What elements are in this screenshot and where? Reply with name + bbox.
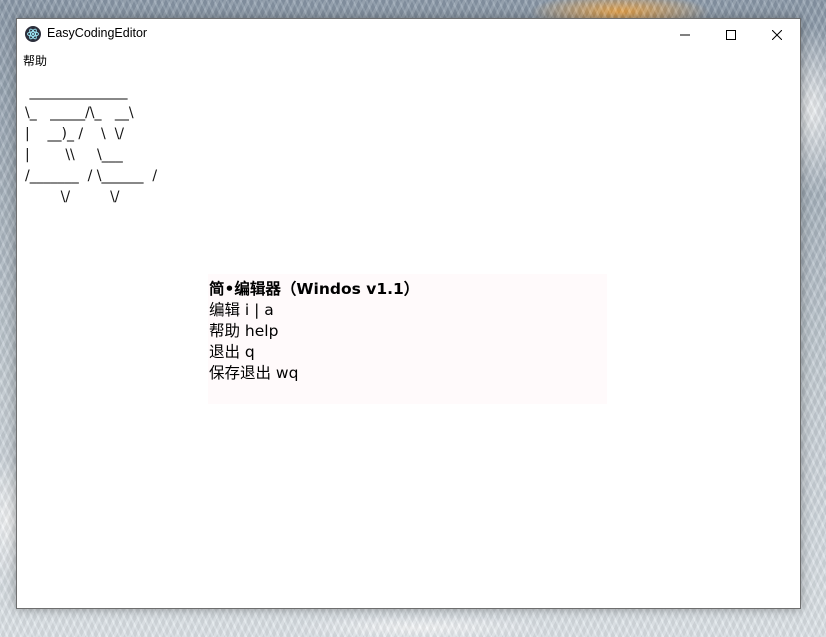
help-panel: 简•编辑器（Windos v1.1） 编辑 i | a 帮助 help 退出 q… — [208, 274, 607, 404]
menu-bar: 帮助 — [17, 49, 800, 71]
title-bar[interactable]: EasyCodingEditor — [17, 19, 800, 49]
help-line-save-quit: 保存退出 wq — [209, 364, 299, 382]
maximize-button[interactable] — [708, 19, 754, 49]
app-window: EasyCodingEditor 帮助 ______________ \_ __… — [16, 18, 801, 609]
electron-atom-icon — [25, 26, 41, 42]
help-line-quit: 退出 q — [209, 343, 255, 361]
minimize-button[interactable] — [662, 19, 708, 49]
help-panel-title: 简•编辑器（Windos v1.1） — [209, 280, 420, 298]
window-title: EasyCodingEditor — [47, 26, 148, 40]
help-line-help: 帮助 help — [209, 322, 279, 340]
menu-item-help[interactable]: 帮助 — [23, 52, 47, 69]
close-button[interactable] — [754, 19, 800, 49]
close-icon — [771, 25, 783, 44]
help-line-edit: 编辑 i | a — [209, 301, 274, 319]
ascii-art-logo: ______________ \_ _____/\_ __\ | __)_ / … — [25, 84, 158, 205]
minimize-icon — [680, 25, 690, 44]
maximize-icon — [726, 25, 736, 44]
